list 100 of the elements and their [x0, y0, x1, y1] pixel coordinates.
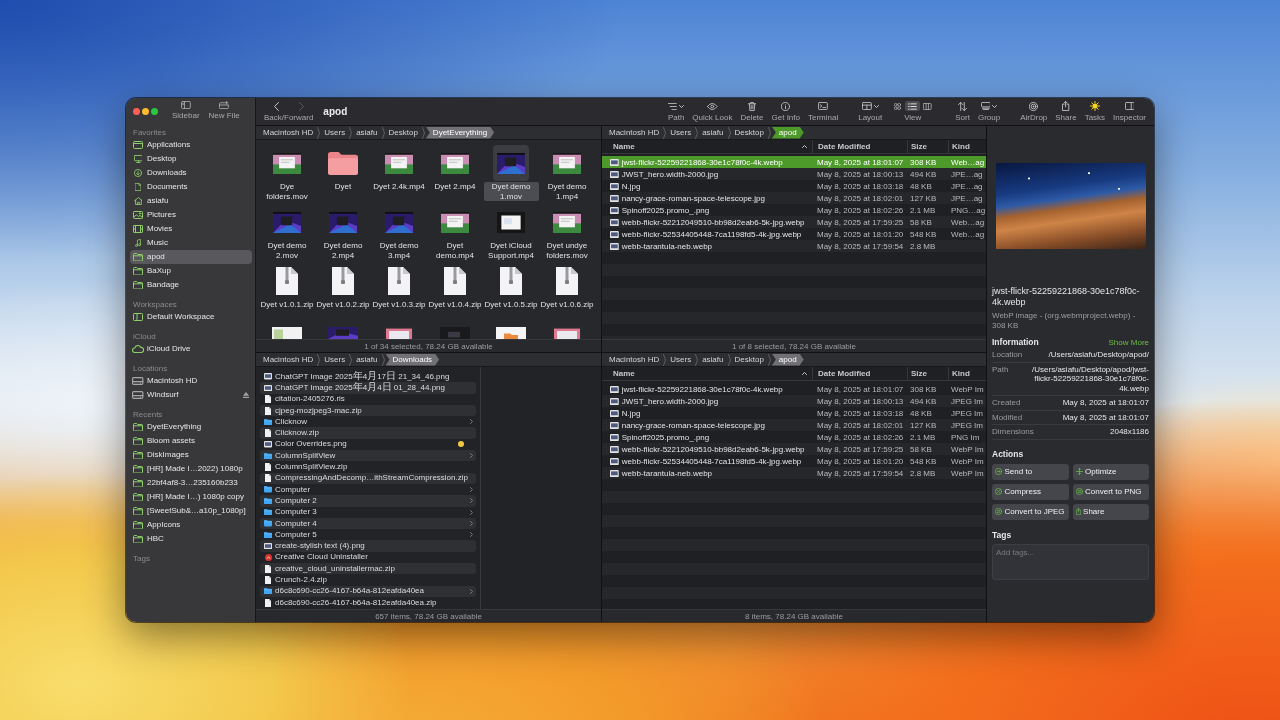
sidebar-item[interactable]: HBC [130, 532, 252, 546]
minimize-button[interactable] [142, 108, 149, 115]
file-row[interactable]: webb-tarantula-neb.webp May 8, 2025 at 17:59:54 2.8 MB WebP Im [602, 467, 986, 479]
column-header[interactable]: Name [602, 140, 812, 153]
file-row[interactable]: JWST_hero.width-2000.jpg May 8, 2025 at 18:00:13 494 KB JPEG Im [602, 395, 986, 407]
sidebar-item[interactable]: asiafu [130, 194, 252, 208]
list-view-button[interactable] [905, 101, 921, 111]
sidebar-item[interactable]: Downloads [130, 166, 252, 180]
file-row[interactable]: webb-flickr-52212049510-bb98d2eab6-5k-jpg.webp May 8, 2025 at 17:59:25 58 KB Web…ag [602, 216, 986, 228]
file-item[interactable]: Creative Cloud Uninstaller [260, 551, 476, 564]
path-segment[interactable]: Users [321, 126, 349, 139]
sidebar-item[interactable]: Windsurf [130, 388, 252, 402]
file-row[interactable]: nancy-grace-roman-space-telescope.jpg May 8, 2025 at 18:02:01 127 KB JPEG Im [602, 419, 986, 431]
file-item[interactable]: ColumnSplitView [260, 450, 476, 462]
file-item[interactable]: Computer 3 [260, 506, 476, 518]
file-item[interactable]: Dyet 2.mp4 [427, 145, 483, 204]
file-item[interactable]: creative_cloud_uninstallermac.zip [260, 563, 476, 575]
file-item[interactable]: d6c8c690-cc26-4167-b64a-812eafda40ea [260, 585, 476, 597]
layout-button[interactable]: Layout [858, 98, 883, 122]
path-segment[interactable]: Macintosh HD [606, 353, 663, 366]
quick-look-button[interactable]: Quick Look [692, 98, 733, 122]
file-row[interactable]: N.jpg May 8, 2025 at 18:03:18 48 KB JPEG Im [602, 407, 986, 419]
file-item[interactable]: Dyet v1.0.1.zip [259, 263, 315, 322]
file-item[interactable]: ChatGPT Image 2025年4月4日 01_28_44.png [260, 382, 476, 394]
file-item[interactable]: Clicknow.zip [260, 427, 476, 439]
column-header[interactable]: Size [907, 367, 948, 380]
file-row[interactable]: webb-flickr-52534405448-7ca1198fd5-4k-jpg.webp May 8, 2025 at 18:01:20 548 KB Web…ag [602, 228, 986, 240]
file-item[interactable]: Dyet v1.0.5.zip [483, 263, 539, 322]
sidebar-button[interactable]: Sidebar [172, 101, 200, 120]
file-item[interactable]: Dyet v1.0.6.zip [539, 263, 595, 322]
tags-field[interactable]: Add tags... [992, 543, 1149, 580]
path-button[interactable]: Path [667, 98, 685, 122]
file-item[interactable]: citation-2405276.ris [260, 393, 476, 405]
file-item[interactable]: Dyet demo 2.mov [259, 204, 315, 263]
sidebar-item[interactable]: apod [130, 250, 252, 264]
sidebar-item[interactable]: Documents [130, 180, 252, 194]
path-segment[interactable]: asiafu [699, 126, 727, 139]
file-row[interactable]: Spinoff2025.promo_.png May 8, 2025 at 18:02:26 2.1 MB PNG…ag [602, 204, 986, 216]
action-button[interactable]: Send to [992, 463, 1069, 480]
path-segment[interactable]: asiafu [699, 353, 727, 366]
column-header[interactable]: Date Modified [812, 140, 907, 153]
file-row[interactable]: webb-flickr-52212049510-bb98d2eab6-5k-jpg.webp May 8, 2025 at 17:59:25 58 KB WebP Im [602, 443, 986, 455]
close-button[interactable] [133, 108, 140, 115]
tasks-button[interactable]: Tasks [1084, 98, 1106, 122]
file-row[interactable]: N.jpg May 8, 2025 at 18:03:18 48 KB JPE…ag [602, 180, 986, 192]
path-segment[interactable]: apod [771, 126, 804, 139]
sidebar-item[interactable]: Default Workspace [130, 310, 252, 324]
path-segment[interactable]: asiafu [353, 353, 381, 366]
action-button[interactable]: Convert to JPEG [992, 503, 1069, 520]
sidebar-item[interactable]: [HR] Made I…) 1080p copy [130, 490, 252, 504]
sidebar-item[interactable]: AppIcons [130, 518, 252, 532]
column-header[interactable]: Date Modified [812, 367, 907, 380]
get-info-button[interactable]: Get Info [771, 98, 800, 122]
path-segment[interactable]: DyetEverything [425, 126, 495, 139]
path-segment[interactable]: asiafu [353, 126, 381, 139]
path-segment[interactable]: Desktop [731, 126, 767, 139]
file-row[interactable]: webb-flickr-52534405448-7ca1198fd5-4k-jpg.webp May 8, 2025 at 18:01:20 548 KB WebP Im [602, 455, 986, 467]
file-item[interactable]: Dyet iCloud Support.mp4 [483, 204, 539, 263]
file-item[interactable]: Dyet 2.4k.mp4 [371, 145, 427, 204]
sidebar-item[interactable]: BaXup [130, 264, 252, 278]
sidebar-item[interactable]: Desktop [130, 152, 252, 166]
sidebar-item[interactable]: DiskImages [130, 448, 252, 462]
file-item[interactable]: cjpeg-mozjpeg3-mac.zip [260, 404, 476, 417]
file-item[interactable]: Dyet demo 1.mov [483, 145, 539, 204]
file-row[interactable]: webb-tarantula-neb.webp May 8, 2025 at 17:59:54 2.8 MB [602, 240, 986, 252]
file-item[interactable]: Dyet demo 2.mp4 [315, 204, 371, 263]
path-segment[interactable]: apod [771, 353, 804, 366]
file-item[interactable]: d6c8c690-cc26-4167-b64a-812eafda40ea.zip [260, 596, 476, 609]
file-item[interactable]: CompressingAndDecomp…ithStreamCompression.zip [260, 472, 476, 484]
action-button[interactable]: Share [1072, 503, 1149, 520]
file-item[interactable]: create-stylish text (4).png [260, 540, 476, 552]
file-item[interactable]: Dyet demo.mp4 [427, 204, 483, 263]
path-segment[interactable]: Downloads [385, 353, 440, 366]
column-header[interactable]: Name [602, 367, 812, 380]
file-item[interactable]: Dye folders.mov [259, 145, 315, 204]
sort-button[interactable]: Sort [955, 98, 970, 122]
file-item[interactable]: Dyet v1.0.4.zip [427, 263, 483, 322]
path-segment[interactable]: Desktop [731, 353, 767, 366]
inspector-button[interactable]: Inspector [1113, 98, 1146, 122]
path-segment[interactable]: Macintosh HD [606, 126, 663, 139]
action-button[interactable]: Convert to PNG [1072, 483, 1149, 500]
sidebar-item[interactable]: Bloom assets [130, 434, 252, 448]
sidebar-item[interactable]: 22bf4af8-3…235160b233 [130, 476, 252, 490]
file-row[interactable]: nancy-grace-roman-space-telescope.jpg May 8, 2025 at 18:02:01 127 KB JPE…ag [602, 192, 986, 204]
sidebar-item[interactable]: [SweetSub&…a10p_1080p] [130, 504, 252, 518]
share-button[interactable]: Share [1055, 98, 1077, 122]
file-row[interactable]: JWST_hero.width-2000.jpg May 8, 2025 at 18:00:13 494 KB JPE…ag [602, 168, 986, 180]
new-file-button[interactable]: New File [208, 101, 240, 120]
file-item[interactable]: ChatGPT Image 2025年4月17日 21_34_46.png [260, 371, 476, 383]
airdrop-button[interactable]: AirDrop [1020, 98, 1048, 122]
path-segment[interactable]: Macintosh HD [260, 353, 317, 366]
action-button[interactable]: Compress [992, 483, 1069, 500]
action-button[interactable]: Optimize [1072, 463, 1149, 480]
show-more-link[interactable]: Show More [1108, 337, 1149, 347]
file-item[interactable]: Dyet v1.0.3.zip [371, 263, 427, 322]
column-header[interactable]: Size [907, 140, 948, 153]
path-segment[interactable]: Users [667, 353, 695, 366]
file-item[interactable]: Dyet demo 3.mp4 [371, 204, 427, 263]
file-item[interactable]: Computer 2 [260, 495, 476, 507]
file-item[interactable]: Computer 5 [260, 529, 476, 541]
